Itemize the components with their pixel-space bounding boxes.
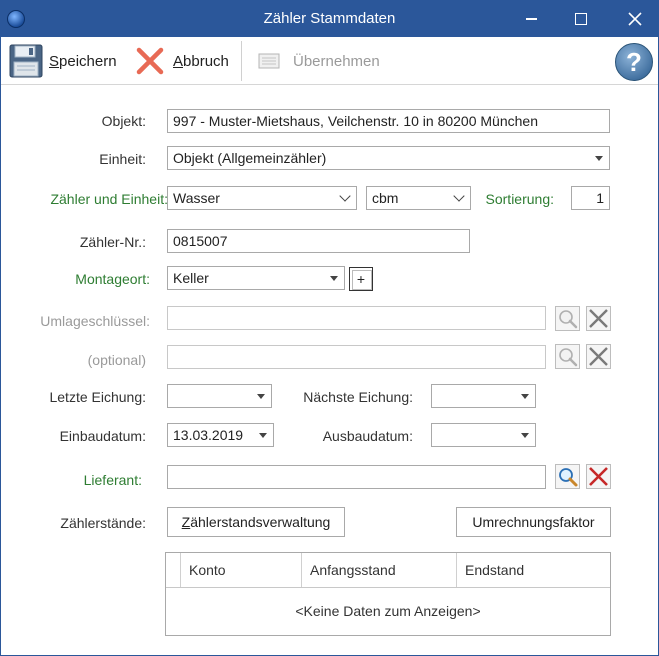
unit-value: cbm xyxy=(372,190,399,206)
dropdown-arrow-icon xyxy=(259,433,267,438)
minimize-button[interactable] xyxy=(509,1,555,37)
montageort-label: Montageort: xyxy=(75,271,150,287)
apply-label: Übernehmen xyxy=(293,52,380,70)
dropdown-arrow-icon xyxy=(521,433,529,438)
clear-x-icon xyxy=(589,309,608,328)
save-label: peichern xyxy=(59,52,117,70)
lieferant-label: Lieferant: xyxy=(83,472,142,488)
sortierung-field[interactable]: 1 xyxy=(571,186,610,210)
cancel-x-icon xyxy=(136,47,164,75)
naechste-eichung-label: Nächste Eichung: xyxy=(303,389,413,405)
umrechnungsfaktor-button[interactable]: Umrechnungsfaktor xyxy=(456,507,611,537)
zaehler-nr-field[interactable]: 0815007 xyxy=(167,229,470,253)
umlage-field[interactable] xyxy=(167,306,546,330)
apply-icon xyxy=(258,53,280,69)
ausbaudatum-label: Ausbaudatum: xyxy=(322,428,413,444)
lieferant-clear-button[interactable] xyxy=(586,464,611,489)
help-icon[interactable]: ? xyxy=(615,43,653,81)
verwaltung-accel: Z xyxy=(181,514,191,530)
abort-label-accel: A xyxy=(173,52,184,70)
close-icon xyxy=(628,12,642,26)
maximize-button[interactable] xyxy=(557,1,603,37)
grid-header: Konto Anfangsstand Endstand xyxy=(166,553,610,588)
abort-label: bbruch xyxy=(183,52,229,70)
close-button[interactable] xyxy=(612,1,658,37)
letzte-eichung-label: Letzte Eichung: xyxy=(49,389,146,405)
ausbaudatum-picker[interactable] xyxy=(431,423,536,447)
sortierung-label: Sortierung: xyxy=(485,191,554,207)
verwaltung-label: ählerstandsverwaltung xyxy=(190,514,331,530)
grid-header-endstand[interactable]: Endstand xyxy=(456,553,610,587)
dropdown-arrow-icon xyxy=(257,394,265,399)
zaehler-nr-label: Zähler-Nr.: xyxy=(79,234,146,250)
floppy-disk-icon xyxy=(9,44,43,78)
magnifier-icon xyxy=(559,468,578,487)
optional-label: (optional) xyxy=(87,352,146,368)
unit-select[interactable]: cbm xyxy=(366,186,471,210)
dropdown-arrow-icon xyxy=(595,156,603,161)
einheit-select[interactable]: Objekt (Allgemeinzähler) xyxy=(167,146,610,170)
zaehlerstandsverwaltung-button[interactable]: Zählerstandsverwaltung xyxy=(167,507,345,537)
optional-search-button[interactable] xyxy=(555,344,580,369)
dialog-window: Zähler Stammdaten Speichern Abbruch Über… xyxy=(0,0,659,656)
zaehler-type-value: Wasser xyxy=(173,190,220,206)
zaehler-type-select[interactable]: Wasser xyxy=(167,186,357,210)
magnifier-icon xyxy=(559,310,578,329)
dropdown-arrow-icon xyxy=(521,394,529,399)
optional-clear-button[interactable] xyxy=(586,344,611,369)
optional-field[interactable] xyxy=(167,345,546,369)
zaehlerstaende-label: Zählerstände: xyxy=(60,515,146,531)
lieferant-search-button[interactable] xyxy=(555,464,580,489)
einbaudatum-picker[interactable]: 13.03.2019 xyxy=(167,423,274,447)
chevron-down-icon xyxy=(453,190,465,202)
dropdown-arrow-icon xyxy=(330,276,338,281)
objekt-field[interactable]: 997 - Muster-Mietshaus, Veilchenstr. 10 … xyxy=(167,109,610,133)
einheit-value: Objekt (Allgemeinzähler) xyxy=(173,150,327,166)
einheit-label: Einheit: xyxy=(99,151,146,167)
zaehlerstaende-grid[interactable]: Konto Anfangsstand Endstand <Keine Daten… xyxy=(165,552,611,636)
add-montageort-button[interactable]: + xyxy=(349,267,373,291)
montageort-select[interactable]: Keller xyxy=(167,266,345,290)
chevron-down-icon xyxy=(339,190,351,202)
einbaudatum-value: 13.03.2019 xyxy=(173,427,244,443)
umlage-label: Umlageschlüssel: xyxy=(40,313,150,329)
clear-x-icon xyxy=(589,467,608,486)
title-bar[interactable]: Zähler Stammdaten xyxy=(1,1,658,37)
grid-header-anfangsstand[interactable]: Anfangsstand xyxy=(301,553,456,587)
lieferant-field[interactable] xyxy=(167,465,546,489)
einbaudatum-label: Einbaudatum: xyxy=(59,428,146,444)
abort-button[interactable]: Abbruch xyxy=(135,37,229,85)
letzte-eichung-picker[interactable] xyxy=(167,384,272,408)
naechste-eichung-picker[interactable] xyxy=(431,384,536,408)
grid-header-konto[interactable]: Konto xyxy=(180,553,301,587)
apply-button[interactable]: Übernehmen xyxy=(257,37,380,85)
toolbar: Speichern Abbruch Übernehmen xyxy=(1,37,658,85)
zaehler-einheit-label: Zähler und Einheit: xyxy=(50,191,168,207)
umlage-clear-button[interactable] xyxy=(586,306,611,331)
objekt-label: Objekt: xyxy=(101,113,146,129)
grid-empty-text: <Keine Daten zum Anzeigen> xyxy=(295,603,481,619)
montageort-value: Keller xyxy=(173,270,209,286)
plus-label: + xyxy=(356,271,366,287)
umlage-search-button[interactable] xyxy=(555,306,580,331)
save-label-accel: S xyxy=(49,52,60,70)
clear-x-icon xyxy=(589,347,608,366)
toolbar-separator xyxy=(241,41,242,81)
magnifier-icon xyxy=(559,348,578,367)
save-button[interactable]: Speichern xyxy=(9,37,117,85)
